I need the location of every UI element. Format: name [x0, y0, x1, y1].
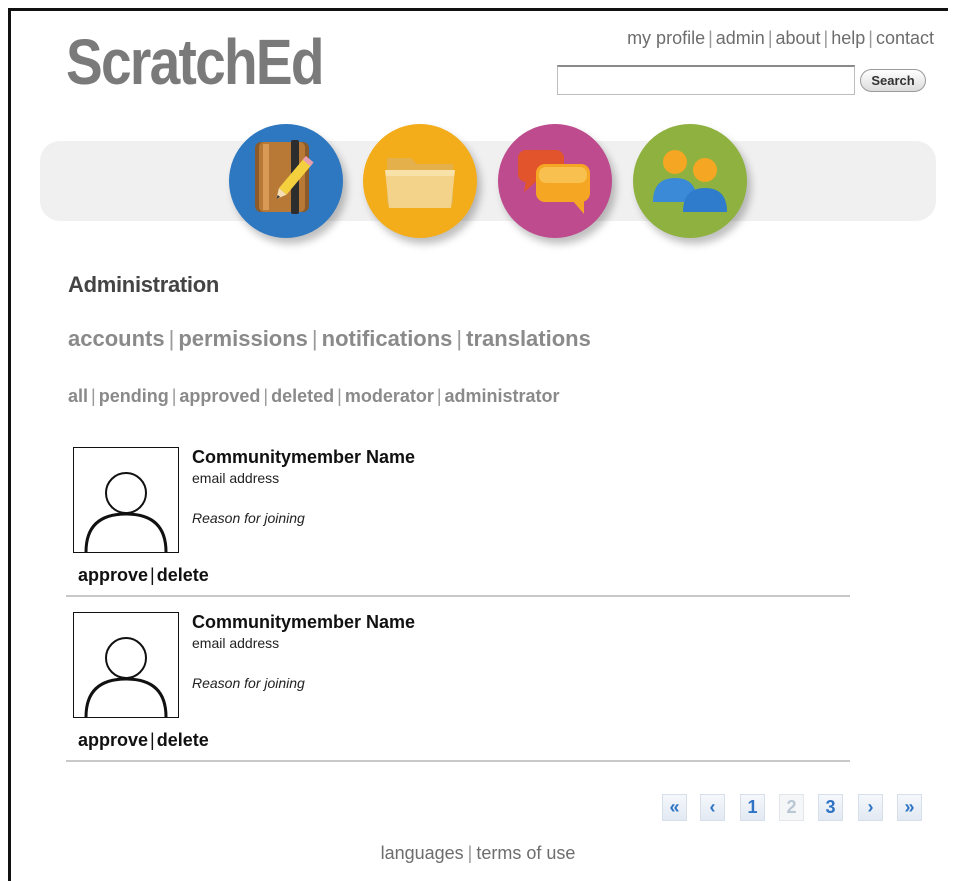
approve-button[interactable]: approve: [78, 730, 148, 750]
separator: |: [337, 386, 342, 406]
delete-button[interactable]: delete: [157, 565, 209, 585]
nav-discussion-button[interactable]: [498, 124, 612, 238]
next-page-button[interactable]: ›: [858, 794, 883, 821]
avatar: [73, 447, 179, 553]
member-name: Communitymember Name: [192, 612, 416, 632]
avatar: [73, 612, 179, 718]
member-actions: approve | delete: [78, 730, 209, 751]
contact-link[interactable]: contact: [876, 28, 934, 48]
separator: |: [708, 28, 713, 48]
separator: |: [456, 326, 463, 351]
help-link[interactable]: help: [831, 28, 865, 48]
filter-all[interactable]: all: [68, 386, 88, 406]
delete-button[interactable]: delete: [157, 730, 209, 750]
separator: |: [171, 386, 177, 406]
top-links: my profile | admin | about | help | contact: [627, 28, 934, 49]
about-link[interactable]: about: [776, 28, 821, 48]
folder-icon: [385, 158, 455, 208]
separator: |: [467, 843, 473, 863]
filter-moderator[interactable]: moderator: [345, 386, 434, 406]
first-page-button[interactable]: «: [662, 794, 687, 821]
languages-link[interactable]: languages: [381, 843, 464, 863]
filter-approved[interactable]: approved: [179, 386, 260, 406]
last-page-button[interactable]: »: [897, 794, 922, 821]
filter-deleted[interactable]: deleted: [271, 386, 334, 406]
list-item: Communitymember Name email address Reaso…: [66, 447, 850, 597]
chat-bubbles-icon: [518, 150, 590, 214]
notebook-icon: [255, 140, 314, 214]
prev-page-button[interactable]: ‹: [700, 794, 725, 821]
page-1-button[interactable]: 1: [740, 794, 765, 821]
terms-of-use-link[interactable]: terms of use: [476, 843, 575, 863]
user-placeholder-icon: [84, 637, 168, 717]
admin-link[interactable]: admin: [716, 28, 765, 48]
nav-community-button[interactable]: [633, 124, 747, 238]
tab-permissions[interactable]: permissions: [178, 326, 308, 351]
separator: |: [91, 386, 96, 406]
separator: |: [868, 28, 873, 48]
my-profile-link[interactable]: my profile: [627, 28, 705, 48]
member-email: email address: [192, 635, 280, 651]
member-email: email address: [192, 470, 280, 486]
nav-folder-button[interactable]: [363, 124, 477, 238]
approve-button[interactable]: approve: [78, 565, 148, 585]
logo[interactable]: ScratchEd: [66, 30, 324, 94]
member-reason: Reason for joining: [192, 510, 305, 526]
footer: languages | terms of use: [0, 843, 956, 864]
separator: |: [767, 28, 773, 48]
divider: [66, 595, 850, 597]
search-button[interactable]: Search: [860, 69, 926, 92]
member-reason: Reason for joining: [192, 675, 305, 691]
user-placeholder-icon: [84, 472, 168, 552]
filter-pending[interactable]: pending: [99, 386, 169, 406]
separator: |: [311, 326, 318, 351]
tab-accounts[interactable]: accounts: [68, 326, 165, 351]
tab-notifications[interactable]: notifications: [322, 326, 453, 351]
divider: [66, 760, 850, 762]
filter-administrator[interactable]: administrator: [445, 386, 560, 406]
page-2-button: 2: [779, 794, 804, 821]
page-3-button[interactable]: 3: [818, 794, 843, 821]
member-actions: approve | delete: [78, 565, 209, 586]
separator: |: [168, 326, 175, 351]
separator: |: [150, 730, 155, 750]
separator: |: [436, 386, 442, 406]
nav-band: [40, 141, 936, 221]
search-input[interactable]: [557, 65, 855, 95]
admin-tabs: accounts | permissions | notifications | trans…: [68, 326, 591, 352]
member-name: Communitymember Name: [192, 447, 416, 467]
nav-notebook-button[interactable]: [229, 124, 343, 238]
separator: |: [150, 565, 155, 585]
tab-translations[interactable]: translations: [466, 326, 591, 351]
separator: |: [823, 28, 829, 48]
separator: |: [263, 386, 269, 406]
account-filters: all | pending | approved | deleted | moderator | a…: [68, 386, 560, 407]
list-item: Communitymember Name email address Reaso…: [66, 612, 850, 762]
people-icon: [653, 150, 727, 212]
page-title: Administration: [68, 272, 220, 297]
